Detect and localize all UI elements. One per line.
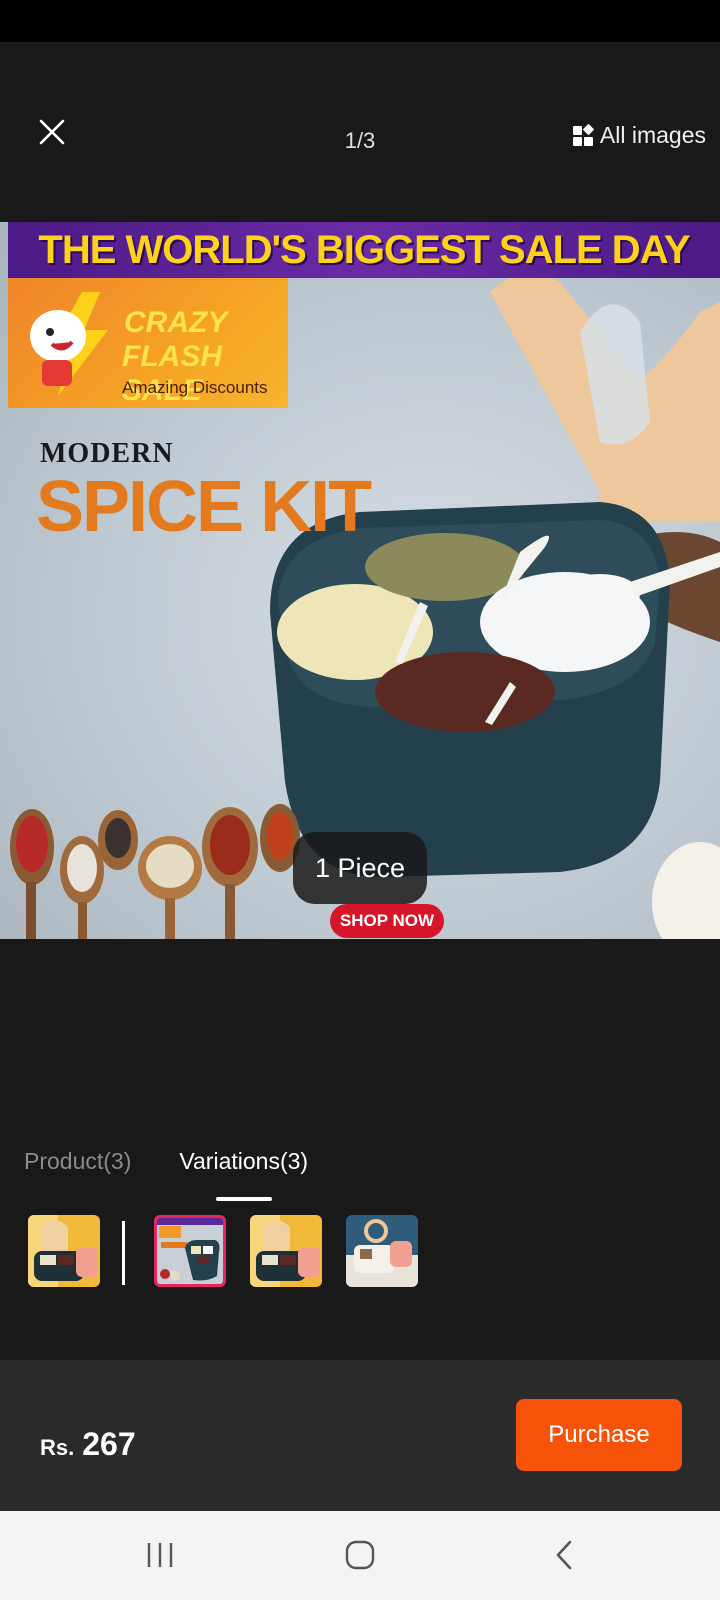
variant-label: 1 Piece [293, 832, 427, 904]
thumbnail-image [250, 1215, 322, 1287]
recent-apps-button[interactable] [130, 1535, 190, 1575]
product-thumb-1[interactable] [28, 1215, 100, 1287]
thumbnail-image [346, 1215, 418, 1287]
status-bar [0, 0, 720, 42]
price: Rs. 267 [40, 1426, 136, 1463]
sale-banner: THE WORLD'S BIGGEST SALE DAY [8, 222, 720, 278]
home-icon [345, 1540, 375, 1570]
thumbnail-divider [122, 1221, 125, 1285]
shop-now-badge: SHOP NOW [330, 904, 444, 938]
tab-variations[interactable]: Variations(3) [179, 1148, 308, 1201]
flash-line-1: CRAZY [124, 306, 228, 339]
variation-thumb-2[interactable] [250, 1215, 322, 1287]
price-value: 267 [82, 1426, 136, 1462]
product-image[interactable]: THE WORLD'S BIGGEST SALE DAY CRAZY FLASH… [0, 222, 720, 939]
back-button[interactable] [534, 1535, 594, 1575]
tab-product-label: Product(3) [24, 1148, 132, 1174]
headline-large: SPICE KIT [36, 467, 372, 547]
back-icon [556, 1540, 572, 1570]
flash-line-3: Amazing Discounts [122, 378, 268, 397]
purchase-button[interactable]: Purchase [516, 1399, 682, 1471]
mascot-icon [30, 292, 108, 396]
thumbnail-image [28, 1215, 100, 1287]
home-button[interactable] [330, 1535, 390, 1575]
all-images-button[interactable]: All images [572, 122, 706, 149]
tab-product[interactable]: Product(3) [24, 1148, 131, 1201]
flash-sale-badge: CRAZY FLASH SALE Amazing Discounts [8, 278, 288, 408]
variation-thumb-1[interactable] [154, 1215, 226, 1287]
thumbnail-image [157, 1218, 223, 1284]
all-images-label: All images [599, 122, 706, 148]
system-nav-bar [0, 1511, 720, 1600]
purchase-bar: Rs. 267 Purchase [0, 1360, 720, 1511]
variation-thumb-3[interactable] [346, 1215, 418, 1287]
sale-banner-text: THE WORLD'S BIGGEST SALE DAY [38, 227, 690, 272]
tab-variations-label: Variations(3) [179, 1148, 309, 1174]
grid-icon [572, 123, 595, 147]
price-currency: Rs. [40, 1435, 75, 1460]
active-tab-indicator [215, 1197, 272, 1201]
recent-apps-icon [147, 1543, 173, 1567]
gallery-tabs: Product(3) Variations(3) [24, 1148, 308, 1201]
